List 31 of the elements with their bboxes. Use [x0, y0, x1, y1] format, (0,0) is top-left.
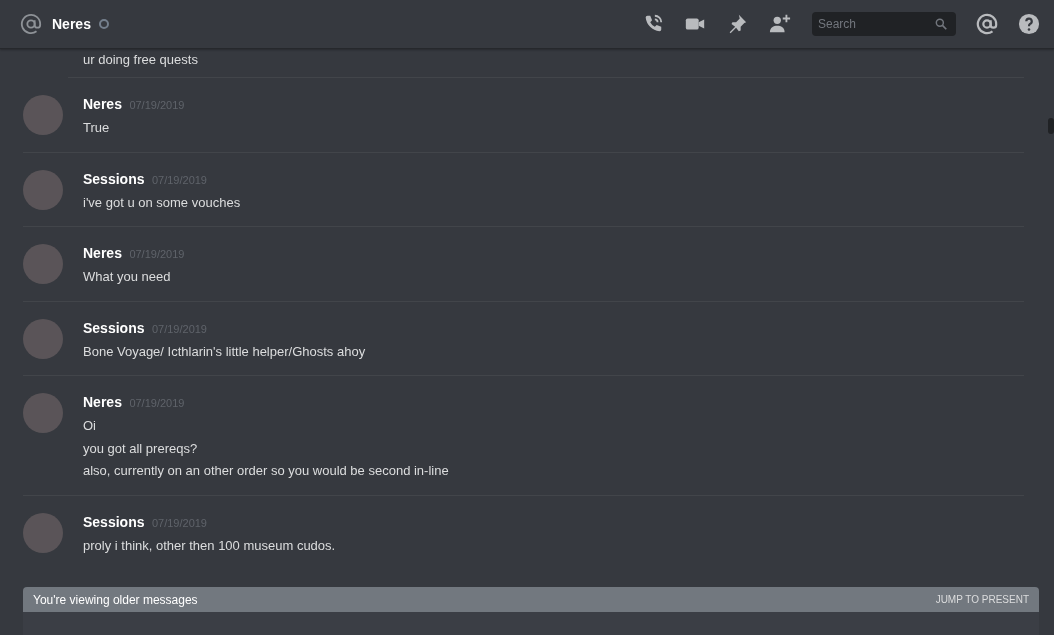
- username[interactable]: Sessions: [83, 513, 145, 530]
- mentions-icon[interactable]: [976, 13, 998, 35]
- search-icon: [934, 17, 948, 31]
- username[interactable]: Sessions: [83, 319, 145, 336]
- search-field[interactable]: Search: [812, 12, 956, 36]
- message-text: you got all prereqs?: [83, 439, 199, 458]
- avatar-photo-placeholder[interactable]: [23, 244, 63, 284]
- avatar-photo-placeholder[interactable]: [23, 512, 63, 553]
- add-friend-icon[interactable]: [768, 13, 792, 35]
- message-text: Bone Voyage/ Icthlarin's little helper/Ghosts ahoy: [83, 342, 366, 361]
- message-text: i've got u on some vouches: [83, 193, 241, 212]
- help-icon[interactable]: [1018, 13, 1040, 35]
- username[interactable]: Neres: [83, 394, 122, 410]
- message-text: True: [83, 119, 111, 137]
- username[interactable]: Neres: [83, 96, 122, 112]
- message-text: What you need: [83, 268, 172, 286]
- at-sign-icon: [20, 13, 42, 35]
- avatar-photo-placeholder[interactable]: [23, 393, 63, 433]
- message-text: also, currently on an other order so you would be second in-line: [83, 462, 449, 480]
- message-text: ur doing free quests: [83, 51, 199, 69]
- username[interactable]: Neres: [83, 245, 122, 261]
- avatar-photo-placeholder[interactable]: [23, 169, 63, 210]
- avatar-photo-placeholder[interactable]: [23, 318, 63, 359]
- message-text: Oi: [83, 417, 97, 435]
- channel-name: Neres: [52, 16, 91, 32]
- scrollbar-thumb[interactable]: [1048, 118, 1054, 134]
- status-indicator: [98, 19, 109, 29]
- username[interactable]: Sessions: [83, 170, 145, 187]
- avatar-photo-placeholder[interactable]: [23, 95, 63, 135]
- message-text: proly i think, other then 100 museum cudos.: [83, 536, 336, 555]
- older-messages-notice: You're viewing older messages: [33, 592, 198, 607]
